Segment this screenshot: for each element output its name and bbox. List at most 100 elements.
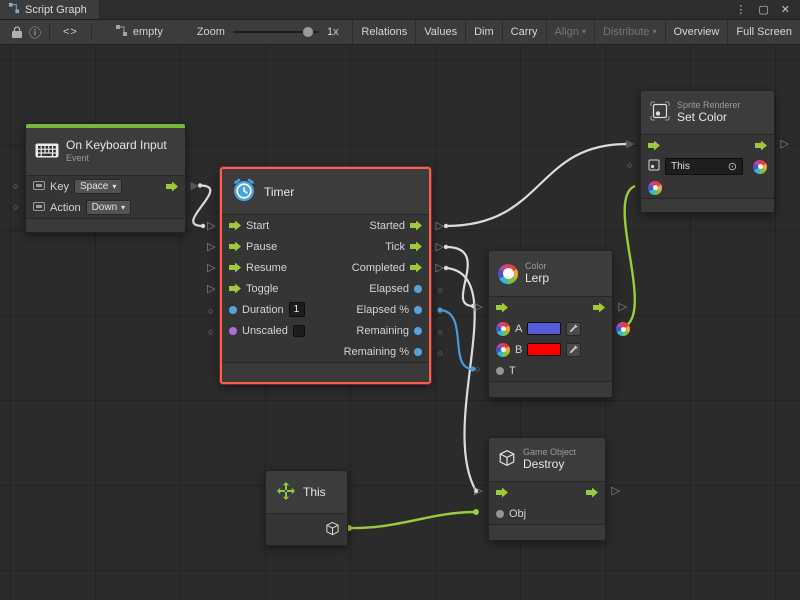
color-b-swatch[interactable] — [527, 343, 561, 356]
start-port[interactable] — [229, 221, 241, 231]
flow-out-ext-port[interactable]: ▷ — [612, 486, 620, 497]
flow-out-port[interactable] — [755, 141, 767, 151]
target-ext-port[interactable]: ○ — [627, 161, 632, 170]
align-button[interactable]: Align▾ — [546, 20, 594, 44]
flow-in-port[interactable] — [496, 488, 508, 498]
color-a-swatch[interactable] — [527, 322, 561, 335]
zoom-slider[interactable] — [233, 31, 319, 33]
completed-port[interactable] — [410, 263, 422, 273]
node-on-keyboard-input[interactable]: On Keyboard Input Event Key Space▾ Actio… — [25, 123, 186, 233]
node-destroy[interactable]: Game Object Destroy Obj ▷ ▷ — [488, 437, 606, 541]
flow-out-ext-port[interactable]: ▷ — [619, 302, 627, 313]
flow-in-port[interactable] — [648, 141, 660, 151]
fullscreen-button[interactable]: Full Screen — [727, 20, 800, 44]
relations-button[interactable]: Relations — [352, 20, 415, 44]
wire-elapsedpct-to-t[interactable] — [440, 310, 473, 369]
object-picker-icon[interactable]: ⊙ — [728, 160, 737, 173]
node-this[interactable]: This — [265, 470, 348, 546]
flow-out-port[interactable] — [593, 303, 605, 313]
elapsed-pct-port[interactable] — [414, 306, 422, 314]
window-menu-icon[interactable]: ⋮ — [735, 3, 746, 16]
tick-port[interactable] — [410, 242, 422, 252]
node-header[interactable]: On Keyboard Input Event — [26, 128, 185, 176]
flow-in-ext-port[interactable]: ▷ — [474, 486, 482, 497]
wire-started-to-setcolor[interactable] — [446, 144, 627, 226]
wire-tick-to-lerp[interactable] — [446, 247, 473, 306]
info-icon[interactable]: ⓘ — [26, 20, 44, 44]
started-port[interactable] — [410, 221, 422, 231]
action-input-port[interactable]: ○ — [13, 203, 18, 212]
tab-script-graph[interactable]: Script Graph — [0, 0, 100, 19]
event-flow-out-port[interactable] — [166, 182, 178, 192]
color-in-port[interactable] — [648, 181, 662, 195]
node-header[interactable]: Timer — [222, 169, 429, 215]
started-label: Started — [370, 220, 405, 232]
eyedropper-icon[interactable] — [566, 322, 581, 336]
pause-ext-port[interactable]: ▷ — [207, 242, 215, 253]
zoom-slider-handle[interactable] — [303, 27, 313, 37]
remaining-ext-port[interactable]: ○ — [438, 328, 443, 337]
flow-in-ext-port[interactable]: ▶ — [626, 139, 634, 150]
node-title: On Keyboard Input — [66, 139, 167, 153]
align-label: Align — [555, 26, 579, 38]
carry-button[interactable]: Carry — [502, 20, 546, 44]
window-close-icon[interactable]: ✕ — [781, 3, 790, 16]
key-input-port[interactable]: ○ — [13, 182, 18, 191]
pause-port[interactable] — [229, 242, 241, 252]
key-dropdown[interactable]: Space▾ — [74, 179, 122, 194]
remaining-pct-ext-port[interactable]: ○ — [438, 349, 443, 358]
duration-port[interactable] — [229, 306, 237, 314]
lock-icon[interactable] — [8, 20, 26, 44]
wire-this-to-obj[interactable] — [349, 512, 475, 528]
eyedropper-icon[interactable] — [566, 343, 581, 357]
node-color-lerp[interactable]: Color Lerp A B T ▷ ○ ▷ — [488, 250, 613, 398]
duration-field[interactable]: 1 — [289, 302, 305, 317]
start-ext-port[interactable]: ▷ — [207, 221, 215, 232]
remaining-pct-port[interactable] — [414, 348, 422, 356]
toggle-port[interactable] — [229, 284, 241, 294]
result-color-ext-port[interactable] — [616, 322, 630, 336]
result-color-port[interactable] — [753, 160, 767, 174]
node-header[interactable]: Color Lerp — [489, 251, 612, 297]
code-icon[interactable]: <> — [55, 26, 86, 38]
wire-completed-to-destroy[interactable] — [446, 268, 476, 491]
node-header[interactable]: Sprite Renderer Set Color — [641, 91, 774, 135]
elapsed-ext-port[interactable]: ○ — [438, 286, 443, 295]
action-dropdown[interactable]: Down▾ — [86, 200, 132, 215]
node-timer[interactable]: Timer StartStarted PauseTick ResumeCompl… — [220, 167, 431, 384]
duration-ext-port[interactable]: ○ — [208, 307, 213, 316]
t-port[interactable] — [496, 367, 504, 375]
node-set-color[interactable]: Sprite Renderer Set Color This⊙ ▶ ○ ▷ — [640, 90, 775, 213]
key-value: Space — [80, 181, 108, 192]
elapsed-port[interactable] — [414, 285, 422, 293]
elapsed-pct-ext-port[interactable]: ○ — [438, 307, 443, 316]
resume-ext-port[interactable]: ▷ — [207, 263, 215, 274]
flow-out-ext-port[interactable]: ▷ — [781, 139, 789, 150]
distribute-button[interactable]: Distribute▾ — [594, 20, 664, 44]
this-object-field[interactable]: This⊙ — [665, 158, 743, 175]
tick-ext-port[interactable]: ▷ — [436, 242, 444, 253]
flow-in-port[interactable] — [496, 303, 508, 313]
distribute-label: Distribute — [603, 26, 649, 38]
obj-port[interactable] — [496, 510, 504, 518]
gameobject-cube-icon[interactable] — [325, 521, 340, 539]
started-ext-port[interactable]: ▷ — [436, 221, 444, 232]
completed-ext-port[interactable]: ▷ — [436, 263, 444, 274]
unscaled-port[interactable] — [229, 327, 237, 335]
node-header[interactable]: Game Object Destroy — [489, 438, 605, 482]
unscaled-checkbox[interactable] — [293, 325, 305, 337]
unscaled-ext-port[interactable]: ○ — [208, 328, 213, 337]
resume-port[interactable] — [229, 263, 241, 273]
flow-in-ext-port[interactable]: ▷ — [474, 302, 482, 313]
flow-out-port[interactable] — [586, 488, 598, 498]
graph-canvas[interactable]: On Keyboard Input Event Key Space▾ Actio… — [0, 45, 800, 600]
dim-button[interactable]: Dim — [465, 20, 502, 44]
flow-out-ext-port[interactable]: ▶ — [191, 181, 199, 192]
overview-button[interactable]: Overview — [665, 20, 728, 44]
values-button[interactable]: Values — [415, 20, 465, 44]
toggle-ext-port[interactable]: ▷ — [207, 284, 215, 295]
node-footer — [489, 524, 605, 540]
remaining-port[interactable] — [414, 327, 422, 335]
window-maximize-icon[interactable]: ▢ — [758, 3, 768, 16]
t-ext-port[interactable]: ○ — [475, 365, 480, 374]
